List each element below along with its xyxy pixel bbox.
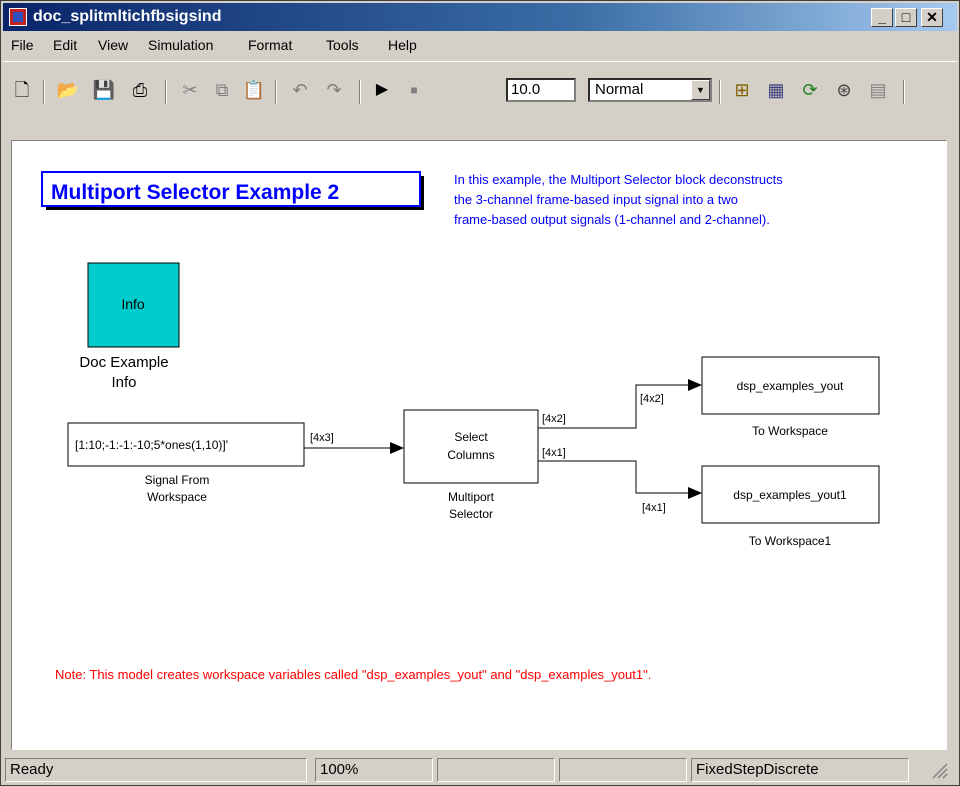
selector-label-line-1: Select: [454, 430, 488, 444]
status-empty-1: [437, 758, 555, 782]
signal-caption-line-1: Signal From: [145, 473, 210, 487]
signal-caption-line-2: Workspace: [147, 490, 207, 504]
menu-help[interactable]: Help: [388, 37, 417, 53]
minimize-button[interactable]: _: [871, 8, 893, 27]
new-model-icon[interactable]: 🗋: [9, 77, 35, 103]
toolbar-separator: [903, 80, 905, 104]
output1-end-dimension-label: [4x2]: [640, 393, 664, 405]
toolbar-separator: [719, 80, 721, 104]
update-diagram-icon[interactable]: ⟳: [797, 77, 823, 103]
chevron-down-icon[interactable]: ▼: [691, 80, 710, 100]
status-bar: Ready 100% FixedStepDiscrete: [3, 755, 957, 785]
to-workspace1-value: dsp_examples_yout1: [733, 488, 847, 502]
build-icon[interactable]: ⊞: [729, 77, 755, 103]
close-button[interactable]: ✕: [921, 8, 943, 27]
description-line-1: In this example, the Multiport Selector …: [454, 172, 783, 187]
multiport-selector-block[interactable]: Select Columns: [403, 409, 539, 484]
output2-end-dimension-label: [4x1]: [642, 502, 666, 514]
output2-start-dimension-label: [4x1]: [542, 447, 566, 459]
toolbar: 🗋 📂 💾 ⎙ ✂ ⧉ 📋 ↶ ↷ ▶ ■ 10.0 Normal ▼ ⊞ ▦ …: [3, 61, 957, 140]
window-title: doc_splitmltichfbsigsind: [33, 8, 222, 25]
toolbar-separator: [165, 80, 167, 104]
start-simulation-icon[interactable]: ▶: [369, 77, 395, 103]
undo-icon[interactable]: ↶: [287, 77, 313, 103]
menu-edit[interactable]: Edit: [53, 37, 77, 53]
status-state: Ready: [5, 758, 307, 782]
to-workspace1-caption: To Workspace1: [749, 534, 832, 548]
stop-time-input[interactable]: 10.0: [506, 78, 576, 102]
toolbar-separator: [275, 80, 277, 104]
cut-icon[interactable]: ✂: [177, 77, 203, 103]
heading-annotation[interactable]: Multiport Selector Example 2: [41, 171, 424, 210]
doc-example-info-block[interactable]: Info: [87, 262, 180, 348]
to-workspace-value: dsp_examples_yout: [737, 379, 844, 393]
status-zoom: 100%: [315, 758, 433, 782]
selector-label-line-2: Columns: [447, 448, 494, 462]
info-block-label: Info: [121, 296, 145, 312]
copy-icon[interactable]: ⧉: [209, 77, 235, 103]
print-icon[interactable]: ⎙: [127, 77, 153, 103]
library-browser-icon[interactable]: ⊛: [831, 77, 857, 103]
block-diagram: Multiport Selector Example 2 In this exa…: [41, 171, 880, 682]
to-workspace1-block[interactable]: dsp_examples_yout1: [701, 465, 880, 524]
model-explorer-icon[interactable]: ▦: [763, 77, 789, 103]
info-caption-line-2: Info: [111, 374, 136, 391]
menu-bar: File Edit View Simulation Format Tools H…: [3, 32, 957, 58]
menu-format[interactable]: Format: [248, 37, 292, 53]
input-dimension-label: [4x3]: [310, 432, 334, 444]
heading-text: Multiport Selector Example 2: [51, 181, 339, 204]
simulink-model-icon: [9, 8, 27, 26]
to-workspace-block[interactable]: dsp_examples_yout: [701, 356, 880, 415]
model-canvas[interactable]: Multiport Selector Example 2 In this exa…: [11, 140, 947, 750]
paste-icon[interactable]: 📋: [241, 77, 267, 103]
info-caption-line-1: Doc Example: [79, 354, 168, 371]
selector-caption-line-1: Multiport: [448, 490, 495, 504]
toolbar-separator: [43, 80, 45, 104]
toolbar-separator: [359, 80, 361, 104]
to-workspace-caption: To Workspace: [752, 424, 828, 438]
open-icon[interactable]: 📂: [55, 77, 81, 103]
description-line-2: the 3-channel frame-based input signal i…: [454, 192, 738, 207]
description-line-3: frame-based output signals (1-channel an…: [454, 212, 770, 227]
stop-simulation-icon[interactable]: ■: [401, 77, 427, 103]
title-bar: doc_splitmltichfbsigsind _ □ ✕: [3, 3, 957, 31]
output1-start-dimension-label: [4x2]: [542, 413, 566, 425]
maximize-button[interactable]: □: [895, 8, 917, 27]
menu-file[interactable]: File: [11, 37, 34, 53]
menu-simulation[interactable]: Simulation: [148, 37, 213, 53]
debugger-icon[interactable]: ▤: [865, 77, 891, 103]
note-annotation: Note: This model creates workspace varia…: [55, 667, 651, 682]
save-icon[interactable]: 💾: [91, 77, 117, 103]
simulink-window: doc_splitmltichfbsigsind _ □ ✕ File Edit…: [0, 0, 960, 786]
redo-icon[interactable]: ↷: [321, 77, 347, 103]
simulation-mode-select[interactable]: Normal ▼: [588, 78, 712, 102]
signal-block-value: [1:10;-1:-1:-10;5*ones(1,10)]': [75, 438, 228, 452]
menu-view[interactable]: View: [98, 37, 128, 53]
signal-from-workspace-block[interactable]: [1:10;-1:-1:-10;5*ones(1,10)]': [67, 422, 305, 467]
status-solver: FixedStepDiscrete: [691, 758, 909, 782]
selector-caption-line-2: Selector: [449, 507, 493, 521]
simulation-mode-value: Normal: [595, 81, 644, 98]
menu-tools[interactable]: Tools: [326, 37, 359, 53]
resize-grip-icon[interactable]: [913, 758, 953, 782]
status-empty-2: [559, 758, 687, 782]
output2-signal-line[interactable]: [538, 460, 702, 499]
